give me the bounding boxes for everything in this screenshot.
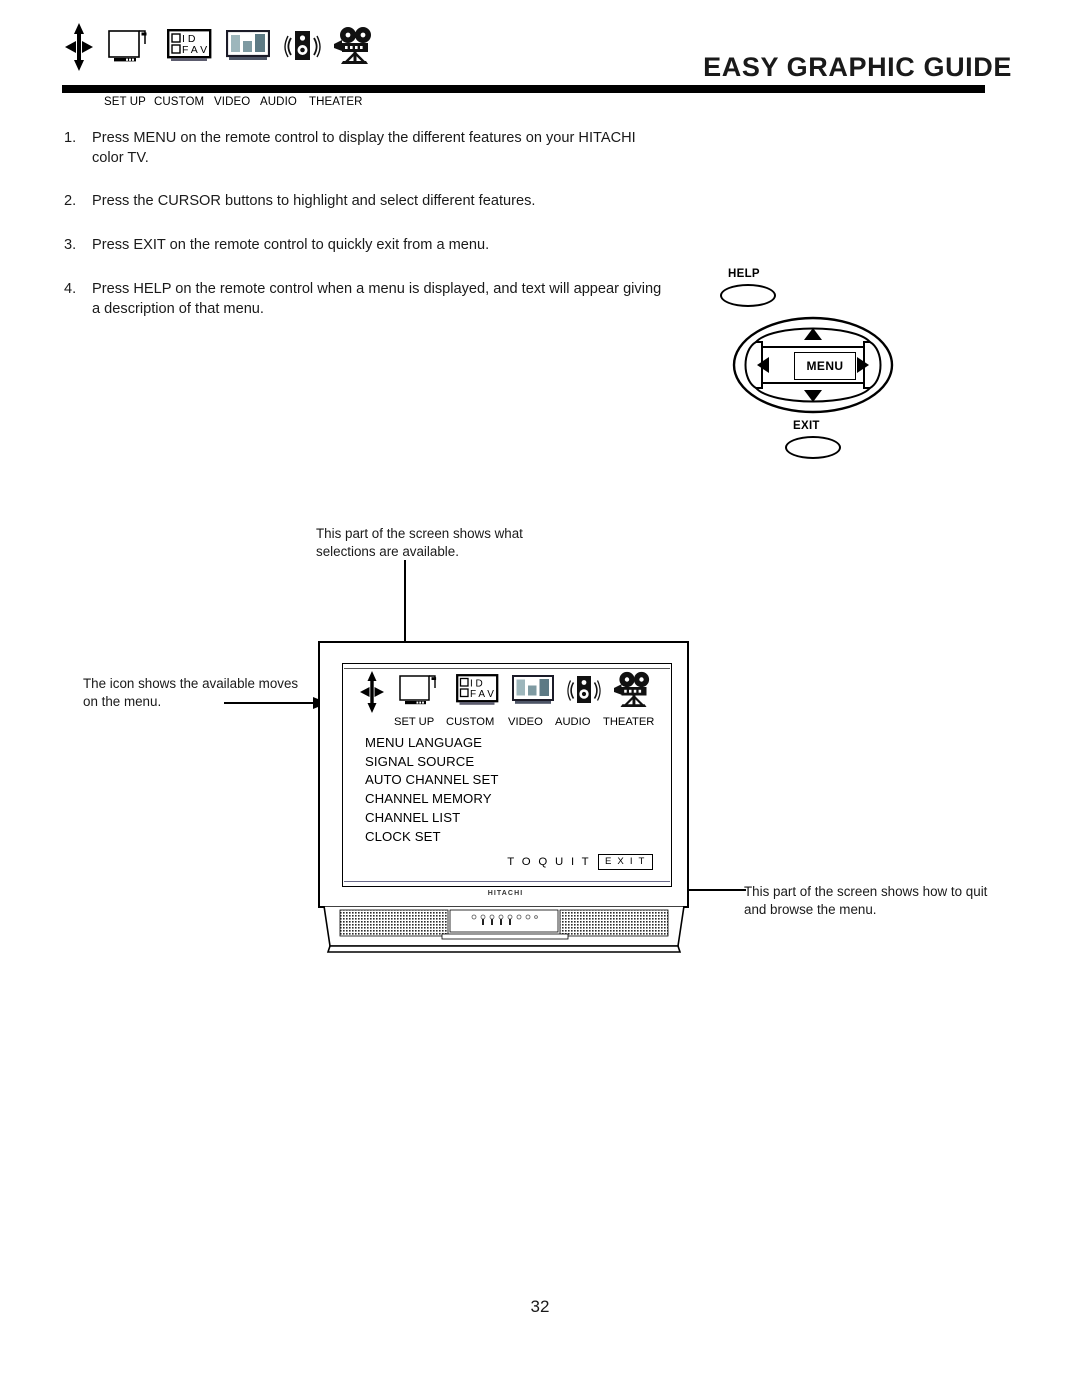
header-label-audio: AUDIO xyxy=(260,96,297,108)
set-up-icon xyxy=(108,30,147,62)
instruction-number: 2. xyxy=(64,193,77,209)
remote-help-label: HELP xyxy=(728,268,760,280)
tv-screen-bottom-bezel-line xyxy=(344,881,670,883)
callout-top-text: This part of the screen shows what selec… xyxy=(316,526,523,559)
theater-icon xyxy=(334,27,371,64)
tv-custom-icon-fav-text: F A V xyxy=(470,689,494,700)
audio-icon xyxy=(284,31,321,60)
tv-screen: I D F A V SET UP CUSTOM VIDEO AUDIO THEA… xyxy=(342,663,672,887)
instruction-item: 1. Press MENU on the remote control to d… xyxy=(64,128,664,168)
header-divider xyxy=(62,85,985,93)
instruction-number: 3. xyxy=(64,237,77,253)
cursor-arrows-icon xyxy=(65,23,93,71)
tv-label-audio: AUDIO xyxy=(555,716,591,728)
header-icon-labels: SET UP CUSTOM VIDEO AUDIO THEATER xyxy=(64,96,404,112)
instruction-text: Press MENU on the remote control to disp… xyxy=(92,130,636,166)
tv-custom-icon-id-text: I D xyxy=(470,679,483,690)
tv-menu-item-list: MENU LANGUAGE SIGNAL SOURCE AUTO CHANNEL… xyxy=(365,734,499,846)
header-icons: I D F A V xyxy=(64,23,394,71)
instruction-text: Press EXIT on the remote control to quic… xyxy=(92,237,490,253)
callout-left-leader-line xyxy=(224,702,318,704)
custom-icon: I D F A V xyxy=(167,29,212,61)
tv-menu-item-signal-source[interactable]: SIGNAL SOURCE xyxy=(365,753,499,772)
tv-audio-icon xyxy=(567,676,601,703)
tv-menu-item-channel-list[interactable]: CHANNEL LIST xyxy=(365,809,499,828)
tv-menu-icon-labels: SET UP CUSTOM VIDEO AUDIO THEATER xyxy=(357,716,665,730)
tv-quit-label: T O Q U I T xyxy=(507,856,591,868)
instruction-number: 1. xyxy=(64,130,77,146)
tv-custom-icon: I D F A V xyxy=(456,674,499,705)
tv-brand-logo: HITACHI xyxy=(487,890,524,897)
instruction-item: 3. Press EXIT on the remote control to q… xyxy=(64,235,664,255)
tv-theater-icon xyxy=(614,671,650,707)
instruction-number: 4. xyxy=(64,281,77,297)
tv-set-up-icon xyxy=(399,675,437,705)
instruction-text: Press the CURSOR buttons to highlight an… xyxy=(92,193,536,209)
tv-cursor-arrows-icon xyxy=(360,671,384,713)
tv-cabinet: I D F A V SET UP CUSTOM VIDEO AUDIO THEA… xyxy=(318,641,689,908)
television-illustration: I D F A V SET UP CUSTOM VIDEO AUDIO THEA… xyxy=(318,641,692,961)
tv-base-panel xyxy=(323,906,685,953)
tv-menu-item-channel-memory[interactable]: CHANNEL MEMORY xyxy=(365,790,499,809)
tv-video-icon xyxy=(512,675,554,704)
page-title: EASY GRAPHIC GUIDE xyxy=(703,52,1012,82)
tv-label-video: VIDEO xyxy=(508,716,543,728)
instruction-list: 1. Press MENU on the remote control to d… xyxy=(64,128,664,342)
custom-icon-fav-text: F A V xyxy=(182,44,207,56)
menu-button[interactable]: MENU xyxy=(794,352,856,380)
video-icon xyxy=(226,30,270,60)
tv-screen-top-bezel-line xyxy=(344,668,670,670)
tv-label-set-up: SET UP xyxy=(394,716,435,728)
header-label-video: VIDEO xyxy=(214,96,251,108)
callout-left-text: The icon shows the available moves on th… xyxy=(83,676,299,709)
tv-menu-item-clock-set[interactable]: CLOCK SET xyxy=(365,828,499,847)
tv-menu-icons: I D F A V xyxy=(359,671,659,714)
header-label-theater: THEATER xyxy=(309,96,363,108)
tv-exit-button[interactable]: E X I T xyxy=(597,854,653,870)
header-icon-strip: I D F A V SET UP CUSTOM VIDEO AUDIO THEA… xyxy=(64,23,394,108)
tv-label-theater: THEATER xyxy=(603,716,655,728)
instruction-item: 4. Press HELP on the remote control when… xyxy=(64,279,664,319)
tv-label-custom: CUSTOM xyxy=(446,716,495,728)
instruction-item: 2. Press the CURSOR buttons to highlight… xyxy=(64,191,664,211)
tv-quit-row: T O Q U I T E X I T xyxy=(507,854,653,870)
instruction-text: Press HELP on the remote control when a … xyxy=(92,281,662,317)
page-number: 32 xyxy=(530,1297,550,1316)
remote-control-diagram: HELP MENU EXIT xyxy=(706,268,916,468)
remote-exit-label: EXIT xyxy=(793,420,820,432)
header-label-custom: CUSTOM xyxy=(154,96,205,108)
header-label-set-up: SET UP xyxy=(104,96,146,108)
callout-right-text: This part of the screen shows how to qui… xyxy=(744,884,988,917)
exit-button[interactable] xyxy=(785,436,841,459)
tv-menu-item-menu-language[interactable]: MENU LANGUAGE xyxy=(365,734,499,753)
tv-menu-item-auto-channel-set[interactable]: AUTO CHANNEL SET xyxy=(365,771,499,790)
help-button[interactable] xyxy=(720,284,776,307)
